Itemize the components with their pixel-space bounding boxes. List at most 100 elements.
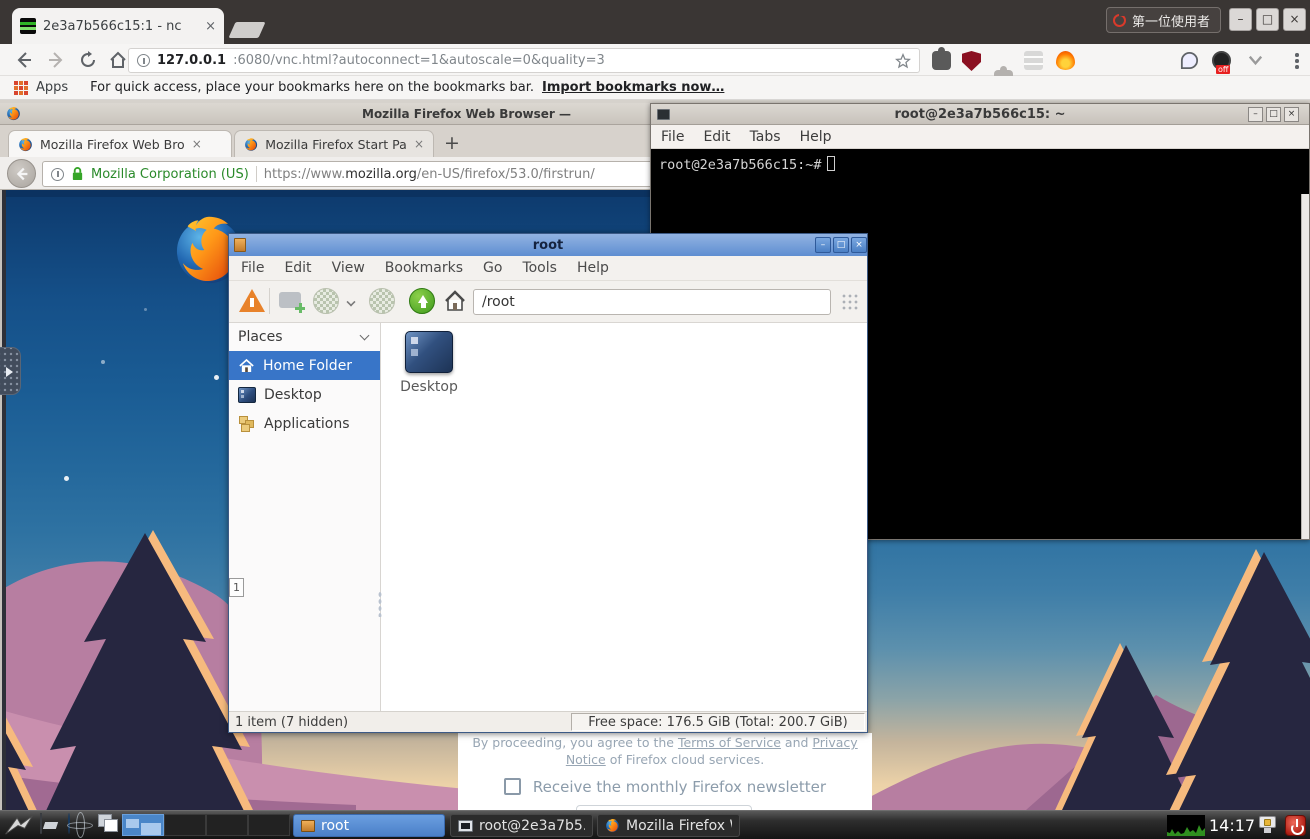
- path-field[interactable]: /root: [473, 289, 831, 315]
- lxde-menu-icon[interactable]: [3, 814, 35, 837]
- workspace-3[interactable]: [206, 814, 248, 836]
- chrome-titlebar: 2e3a7b566c15:1 - nc × 第一位使用者 – □ ×: [0, 0, 1310, 44]
- file-manager-statusbar: 1 item (7 hidden) Free space: 176.5 GiB …: [229, 711, 867, 732]
- page-info-icon[interactable]: [137, 54, 150, 67]
- bookmark-star-icon[interactable]: [895, 53, 911, 69]
- back-icon[interactable]: [14, 50, 34, 70]
- menu-help[interactable]: Help: [800, 129, 832, 145]
- sync-error-icon: [1113, 14, 1126, 27]
- location-options-icon[interactable]: [841, 293, 859, 311]
- home-icon[interactable]: [443, 289, 467, 313]
- task-button-root[interactable]: root: [293, 814, 445, 837]
- web-browser-launcher-icon[interactable]: [68, 813, 70, 834]
- history-chevron-icon[interactable]: [346, 297, 355, 306]
- firefox-tab-web-browser[interactable]: Mozilla Firefox Web Bro ×: [8, 130, 232, 157]
- record-icon[interactable]: off: [1212, 51, 1231, 70]
- tab-close-icon[interactable]: ×: [414, 137, 424, 151]
- chrome-active-tab[interactable]: 2e3a7b566c15:1 - nc ×: [12, 8, 224, 44]
- terminal-scrollbar[interactable]: [1301, 194, 1309, 539]
- terms-text: By proceeding, you agree to the Terms of…: [458, 733, 872, 769]
- screensaver-tray-icon[interactable]: [1258, 815, 1278, 835]
- window-minimize-button[interactable]: –: [1229, 8, 1252, 31]
- sidebar-item-home-folder[interactable]: Home Folder: [229, 351, 380, 380]
- site-identity[interactable]: Mozilla Corporation (US): [91, 167, 249, 182]
- extension-grid-icon[interactable]: [1024, 51, 1043, 70]
- overflow-chevron-icon[interactable]: [1246, 51, 1265, 70]
- places-label: Places: [238, 329, 283, 345]
- apps-grid-icon[interactable]: [14, 81, 28, 95]
- terminal-cursor: [827, 156, 835, 171]
- forward-icon[interactable]: [46, 50, 66, 70]
- flame-icon[interactable]: [1056, 51, 1075, 70]
- fm-close-button[interactable]: ×: [851, 237, 867, 253]
- power-button[interactable]: [1285, 815, 1306, 836]
- menu-view[interactable]: View: [332, 260, 365, 276]
- terminal-close-button[interactable]: ×: [1284, 107, 1299, 122]
- folder-icon: [301, 820, 315, 832]
- file-item-desktop[interactable]: Desktop: [387, 331, 471, 395]
- workspace-1[interactable]: [122, 814, 164, 836]
- cpu-monitor[interactable]: [1167, 815, 1205, 836]
- warning-icon[interactable]: [239, 289, 265, 312]
- tab-close-icon[interactable]: ×: [205, 19, 216, 34]
- pane-resize-handle[interactable]: [378, 591, 382, 617]
- taskbar: root root@2e3a7b5… Mozilla Firefox W… 14…: [0, 810, 1310, 839]
- menu-help[interactable]: Help: [577, 260, 609, 276]
- task-button-firefox[interactable]: Mozilla Firefox W…: [597, 814, 740, 837]
- menu-edit[interactable]: Edit: [703, 129, 730, 145]
- terminal-maximize-button[interactable]: □: [1266, 107, 1281, 122]
- tab-close-icon[interactable]: ×: [192, 137, 202, 151]
- firefox-new-tab-button[interactable]: +: [444, 133, 460, 153]
- up-icon[interactable]: [409, 288, 435, 314]
- terms-of-service-link[interactable]: Terms of Service: [678, 735, 781, 750]
- menu-file[interactable]: File: [241, 260, 264, 276]
- desktop-icon: [238, 387, 256, 403]
- file-manager-titlebar[interactable]: root – □ ×: [229, 234, 867, 256]
- import-bookmarks-link[interactable]: Import bookmarks now…: [542, 80, 724, 95]
- fm-maximize-button[interactable]: □: [833, 237, 849, 253]
- ublock-shield-icon[interactable]: [962, 51, 981, 71]
- workspace-4[interactable]: [248, 814, 290, 836]
- newsletter-checkbox[interactable]: [504, 778, 521, 795]
- chat-bubble-icon[interactable]: [1181, 52, 1198, 69]
- back-icon[interactable]: [313, 288, 339, 314]
- fm-minimize-button[interactable]: –: [815, 237, 831, 253]
- reload-icon[interactable]: [78, 50, 98, 70]
- terminal-title: root@2e3a7b566c15: ~: [651, 107, 1309, 122]
- applications-icon: [238, 416, 256, 432]
- firefox-url: https://www.mozilla.org/en-US/firefox/53…: [264, 167, 595, 182]
- novnc-control-handle[interactable]: [0, 347, 21, 395]
- menu-go[interactable]: Go: [483, 260, 502, 276]
- window-close-button[interactable]: ×: [1283, 8, 1306, 31]
- profile-badge[interactable]: 第一位使用者: [1106, 7, 1221, 33]
- menu-tabs[interactable]: Tabs: [750, 129, 781, 145]
- menu-bookmarks[interactable]: Bookmarks: [385, 260, 463, 276]
- new-tab-button[interactable]: [228, 22, 265, 38]
- firefox-tab-start-page[interactable]: Mozilla Firefox Start Pag ×: [234, 130, 434, 157]
- menu-edit[interactable]: Edit: [284, 260, 311, 276]
- clock[interactable]: 14:17: [1209, 816, 1255, 835]
- address-bar[interactable]: 127.0.0.1 :6080/vnc.html?autoconnect=1&a…: [128, 48, 920, 73]
- window-maximize-button[interactable]: □: [1256, 8, 1279, 31]
- divider: [256, 166, 257, 182]
- firefox-back-button[interactable]: [7, 159, 36, 188]
- new-tab-icon[interactable]: [279, 292, 301, 308]
- sidebar-item-desktop[interactable]: Desktop: [229, 380, 380, 409]
- places-header[interactable]: Places: [229, 323, 380, 351]
- menu-tools[interactable]: Tools: [522, 260, 557, 276]
- workspace-2[interactable]: [164, 814, 206, 836]
- forward-icon[interactable]: [369, 288, 395, 314]
- task-button-terminal[interactable]: root@2e3a7b5…: [450, 814, 593, 837]
- terminal-minimize-button[interactable]: –: [1248, 107, 1263, 122]
- free-space-indicator: Free space: 176.5 GiB (Total: 200.7 GiB): [571, 713, 865, 731]
- terminal-icon: [458, 820, 473, 832]
- sidebar-item-applications[interactable]: Applications: [229, 409, 380, 438]
- extension-puzzle-icon[interactable]: [932, 51, 951, 70]
- terminal-titlebar[interactable]: root@2e3a7b566c15: ~ – □ ×: [651, 104, 1309, 125]
- menu-file[interactable]: File: [661, 129, 684, 145]
- chrome-menu-icon[interactable]: [1295, 53, 1299, 69]
- apps-label[interactable]: Apps: [36, 80, 68, 95]
- page-info-icon[interactable]: [51, 168, 64, 181]
- home-icon[interactable]: [108, 50, 128, 70]
- file-manager-launcher-icon[interactable]: [40, 813, 42, 834]
